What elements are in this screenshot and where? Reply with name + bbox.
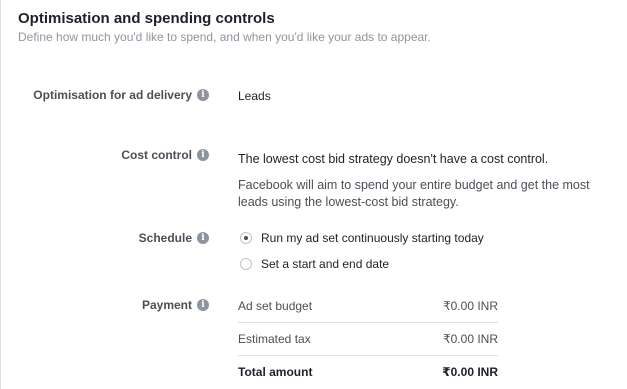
payment-row-amount: ₹0.00 INR bbox=[443, 299, 498, 313]
payment-row-budget: Ad set budget ₹0.00 INR bbox=[238, 299, 498, 313]
payment-label: Payment i bbox=[142, 298, 209, 312]
divider bbox=[238, 355, 498, 356]
info-icon[interactable]: i bbox=[197, 232, 209, 244]
schedule-option-start-end[interactable]: Set a start and end date bbox=[240, 257, 389, 271]
optimisation-value: Leads bbox=[238, 89, 271, 103]
panel-left-border bbox=[0, 0, 1, 389]
payment-row-tax: Estimated tax ₹0.00 INR bbox=[238, 332, 498, 346]
cost-control-description: Facebook will aim to spend your entire b… bbox=[238, 178, 590, 209]
payment-row-label: Ad set budget bbox=[238, 299, 313, 313]
payment-label-text: Payment bbox=[141, 298, 192, 312]
radio-unselected[interactable] bbox=[240, 258, 252, 270]
payment-row-amount: ₹0.00 INR bbox=[443, 332, 498, 346]
schedule-label-text: Schedule bbox=[138, 231, 192, 245]
payment-row-total: Total amount ₹0.00 INR bbox=[238, 365, 498, 379]
cost-control-text: The lowest cost bid strategy doesn't hav… bbox=[238, 152, 549, 166]
optimisation-label: Optimisation for ad delivery i bbox=[33, 88, 209, 102]
payment-row-amount: ₹0.00 INR bbox=[442, 365, 498, 379]
cost-control-label-text: Cost control bbox=[121, 148, 192, 162]
schedule-option-continuous[interactable]: Run my ad set continuously starting toda… bbox=[240, 231, 484, 245]
divider bbox=[238, 322, 498, 323]
payment-row-label: Estimated tax bbox=[238, 332, 311, 346]
info-icon[interactable]: i bbox=[197, 299, 209, 311]
schedule-option-label: Run my ad set continuously starting toda… bbox=[261, 231, 484, 245]
info-icon[interactable]: i bbox=[197, 149, 209, 161]
section-title: Optimisation and spending controls bbox=[18, 10, 275, 27]
payment-row-label: Total amount bbox=[238, 365, 313, 379]
optimisation-label-text: Optimisation for ad delivery bbox=[33, 88, 192, 102]
section-subtitle: Define how much you'd like to spend, and… bbox=[18, 30, 431, 44]
schedule-option-label: Set a start and end date bbox=[261, 257, 390, 271]
cost-control-label: Cost control i bbox=[121, 148, 209, 162]
info-icon[interactable]: i bbox=[197, 89, 209, 101]
radio-selected[interactable] bbox=[240, 232, 252, 244]
schedule-label: Schedule i bbox=[139, 231, 209, 245]
